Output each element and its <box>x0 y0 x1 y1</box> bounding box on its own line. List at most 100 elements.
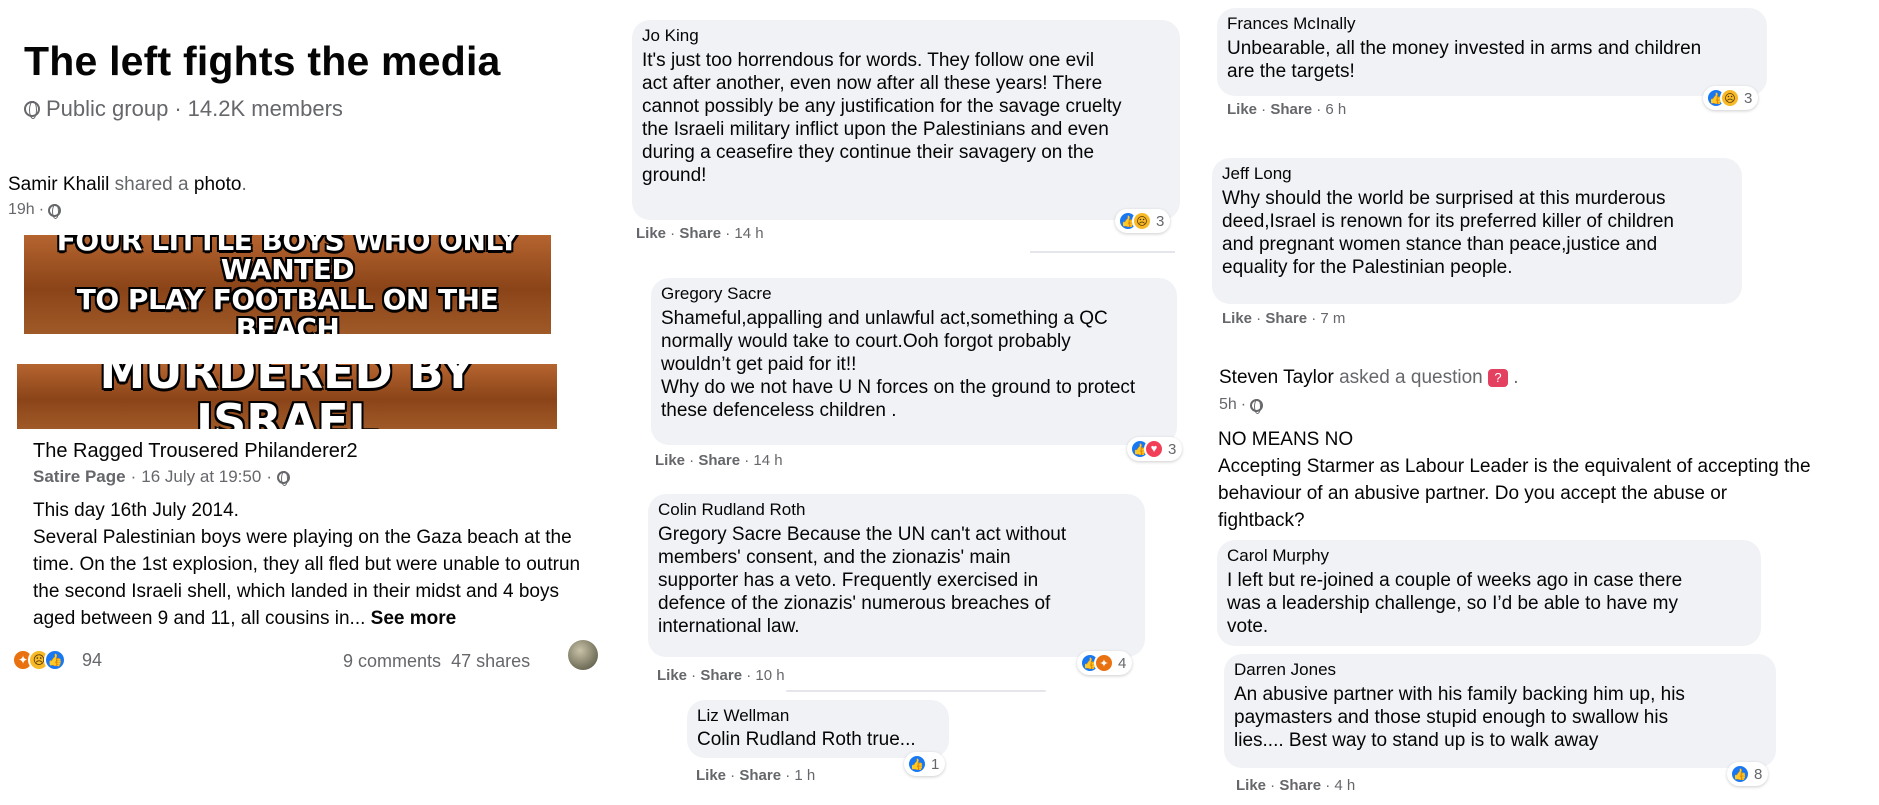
share-verb: shared a <box>114 174 189 195</box>
post-line: aged between 9 and 11, all cousins in...… <box>33 608 457 629</box>
like-button[interactable]: Like <box>696 767 726 784</box>
see-more-link[interactable]: See more <box>371 608 457 629</box>
comment-author[interactable]: Jo King <box>642 26 1168 46</box>
comment-author[interactable]: Frances McInally <box>1227 14 1755 34</box>
banner-image-top[interactable]: FOUR LITTLE BOYS WHO ONLY WANTED TO PLAY… <box>24 235 551 334</box>
comment-bubble: Frances McInally Unbearable, all the mon… <box>1217 8 1767 96</box>
love-reaction-icon: ♥ <box>1144 439 1164 459</box>
share-time-row: 19h · <box>8 201 62 219</box>
comment-time[interactable]: 4 h <box>1334 777 1355 794</box>
question-header: Steven Taylor asked a question ? . <box>1219 367 1519 388</box>
divider <box>786 690 1046 692</box>
post-body: This day 16th July 2014. Several Palesti… <box>33 497 628 632</box>
group-title[interactable]: The left fights the media <box>24 38 501 85</box>
group-meta: Public group · 14.2K members <box>24 96 343 122</box>
question-verb: asked a question <box>1339 367 1483 388</box>
comment-author[interactable]: Carol Murphy <box>1227 546 1749 566</box>
share-button[interactable]: Share <box>1265 310 1307 327</box>
share-button[interactable]: Share <box>1279 777 1321 794</box>
globe-icon <box>276 470 290 486</box>
comment-author[interactable]: Darren Jones <box>1234 660 1764 680</box>
like-button[interactable]: Like <box>655 452 685 469</box>
comment-actions: Like · Share · 14 h <box>655 452 783 469</box>
banner-line-1: FOUR LITTLE BOYS WHO ONLY WANTED <box>56 235 519 287</box>
page-meta: Satire Page · 16 July at 19:50 · <box>33 467 290 487</box>
comment-bubble: Liz Wellman Colin Rudland Roth true... <box>687 700 949 758</box>
question-author[interactable]: Steven Taylor <box>1219 367 1334 388</box>
angry-reaction-icon: ✦ <box>1094 653 1114 673</box>
post-line: the second Israeli shell, which landed i… <box>33 581 559 602</box>
comment-actions: Like · Share · 4 h <box>1236 777 1356 794</box>
share-button[interactable]: Share <box>698 452 740 469</box>
comment-text: It's just too horrendous for words. They… <box>642 50 1122 186</box>
comment-bubble: Jo King It's just too horrendous for wor… <box>632 20 1180 220</box>
comment-bubble: Gregory Sacre Shameful,appalling and unl… <box>651 278 1177 445</box>
question-time[interactable]: 5h <box>1219 396 1237 414</box>
comment-time[interactable]: 7 m <box>1320 310 1345 327</box>
mention-tag[interactable]: Gregory Sacre <box>658 524 782 545</box>
globe-icon <box>24 101 40 119</box>
post-reactions[interactable]: ✦ ☹ 👍 94 <box>12 649 102 671</box>
share-time[interactable]: 19h <box>8 201 35 219</box>
shares-count[interactable]: 47 shares <box>451 651 530 671</box>
share-button[interactable]: Share <box>700 667 742 684</box>
page-name[interactable]: The Ragged Trousered Philanderer2 <box>33 440 358 463</box>
comment-author[interactable]: Liz Wellman <box>697 706 937 726</box>
comment-author[interactable]: Jeff Long <box>1222 164 1730 184</box>
group-privacy: Public group <box>46 96 169 121</box>
comment-actions: Like · Share · 1 h <box>696 767 816 784</box>
group-members[interactable]: 14.2K members <box>188 96 343 122</box>
like-button[interactable]: Like <box>1236 777 1266 794</box>
share-button[interactable]: Share <box>1270 101 1312 118</box>
comment-text: Why should the world be surprised at thi… <box>1222 188 1674 278</box>
share-author[interactable]: Samir Khalil <box>8 174 109 195</box>
like-button[interactable]: Like <box>636 225 666 242</box>
sad-reaction-icon: ☹ <box>1132 211 1152 231</box>
comment-reactions[interactable]: 👍 8 <box>1727 762 1769 786</box>
like-button[interactable]: Like <box>1227 101 1257 118</box>
comment-text: Colin Rudland Roth true... <box>697 729 916 750</box>
like-reaction-icon: 👍 <box>1730 764 1750 784</box>
comment-bubble: Colin Rudland Roth Gregory Sacre Because… <box>648 494 1145 657</box>
share-button[interactable]: Share <box>739 767 781 784</box>
comment-time[interactable]: 10 h <box>755 667 784 684</box>
like-button[interactable]: Like <box>1222 310 1252 327</box>
comment-author[interactable]: Colin Rudland Roth <box>658 500 1133 520</box>
comment-reactions[interactable]: 👍 ☹ 3 <box>1703 86 1759 110</box>
banner-text: MURDERED BY ISRAEL <box>99 364 475 429</box>
comment-time[interactable]: 6 h <box>1325 101 1346 118</box>
comment-text: Unbearable, all the money invested in ar… <box>1227 38 1702 82</box>
reaction-count: 94 <box>82 649 103 670</box>
share-button[interactable]: Share <box>679 225 721 242</box>
comment-reactions[interactable]: 👍 ✦ 4 <box>1077 651 1133 675</box>
comment-actions: Like · Share · 10 h <box>657 667 785 684</box>
comment-text: Shameful,appalling and unlawful act,some… <box>661 308 1136 421</box>
mention-tag[interactable]: Colin Rudland Roth <box>697 729 862 750</box>
page-date[interactable]: 16 July at 19:50 <box>141 467 261 487</box>
page-type: Satire Page <box>33 467 126 486</box>
comment-author[interactable]: Gregory Sacre <box>661 284 1165 304</box>
comment-time[interactable]: 14 h <box>753 452 782 469</box>
divider <box>1030 251 1175 253</box>
comment-time[interactable]: 1 h <box>794 767 815 784</box>
comment-reactions[interactable]: 👍 1 <box>904 752 946 776</box>
comment-reactions[interactable]: 👍 ☹ 3 <box>1115 209 1171 233</box>
share-object[interactable]: photo <box>194 174 242 195</box>
comments-count[interactable]: 9 comments <box>343 651 441 671</box>
comment-text: An abusive partner with his family backi… <box>1234 684 1685 751</box>
comment-bubble: Carol Murphy I left but re-joined a coup… <box>1217 540 1761 646</box>
comment-actions: Like · Share · 7 m <box>1222 310 1346 327</box>
like-reaction-icon: 👍 <box>44 649 66 671</box>
comment-text: Gregory Sacre Because the UN can't act w… <box>658 524 1067 637</box>
comment-reactions[interactable]: 👍 ♥ 3 <box>1127 437 1183 461</box>
comment-bubble: Darren Jones An abusive partner with his… <box>1224 654 1776 768</box>
like-button[interactable]: Like <box>657 667 687 684</box>
banner-image-bottom[interactable]: MURDERED BY ISRAEL <box>17 364 557 429</box>
comment-time[interactable]: 14 h <box>734 225 763 242</box>
share-header: Samir Khalil shared a photo. <box>8 174 247 195</box>
comment-bubble: Jeff Long Why should the world be surpri… <box>1212 158 1742 304</box>
post-line: time. On the 1st explosion, they all fle… <box>33 554 581 575</box>
avatar[interactable] <box>568 640 598 670</box>
question-text: NO MEANS NO Accepting Starmer as Labour … <box>1218 429 1811 531</box>
post-stats: 9 comments 47 shares <box>343 651 530 672</box>
